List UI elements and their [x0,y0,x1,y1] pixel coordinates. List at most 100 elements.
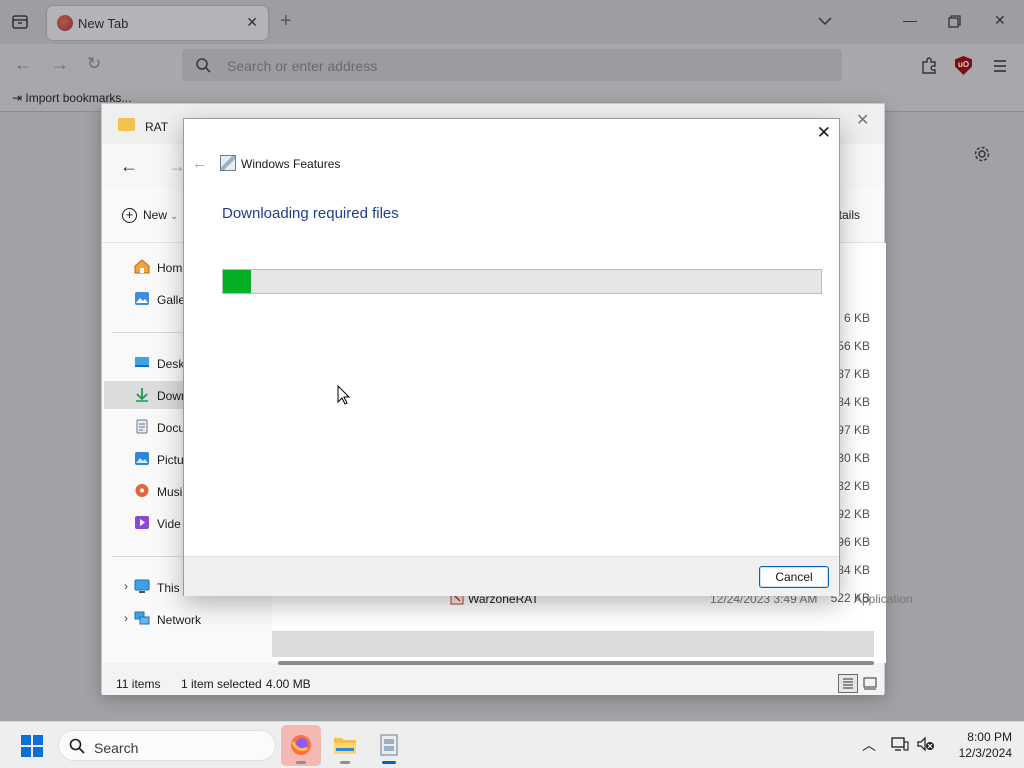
list-all-tabs-chevron-icon[interactable] [816,12,834,30]
taskbar-windows-features[interactable] [369,725,409,766]
pictures-icon [135,452,149,465]
windows-features-dialog: ✕ ← Windows Features Downloading require… [183,118,840,596]
selected-row-highlight[interactable] [272,631,874,657]
tab-title: New Tab [78,16,129,31]
explorer-close-icon[interactable]: ✕ [856,110,869,130]
tab-new-tab[interactable]: New Tab ✕ [47,6,268,40]
folder-icon [118,118,135,131]
address-bar[interactable]: Search or enter address [182,49,842,81]
selection-size: 4.00 MB [266,677,311,691]
dialog-title: Windows Features [241,157,341,171]
taskbar-search-box[interactable]: Search [58,730,276,761]
sidebar-label: Vide [157,517,181,531]
computer-icon [134,579,150,593]
navigation-toolbar: ← → ↻ Search or enter address [0,44,1024,86]
reload-icon[interactable]: ↻ [87,54,101,74]
clock-time: 8:00 PM [967,730,1012,744]
download-progress-bar [222,269,822,294]
expand-chevron-icon[interactable]: › [124,611,128,625]
close-window-icon[interactable]: ✕ [994,12,1006,29]
file-size: 84 KB [837,395,870,409]
file-size: 84 KB [837,563,870,577]
music-icon [135,484,149,497]
windows-logo-icon [33,735,43,745]
horizontal-scrollbar[interactable] [278,661,874,665]
download-arrow-icon [136,388,148,402]
explorer-tab-title[interactable]: RAT [145,120,168,134]
firefox-icon [291,735,311,755]
taskbar-file-explorer[interactable] [325,725,365,766]
windows-logo-icon [21,735,31,745]
windows-logo-icon [21,747,31,757]
search-icon [196,58,211,73]
details-button[interactable]: tails [839,208,860,222]
file-size: 32 KB [837,479,870,493]
videos-icon [135,516,149,529]
menu-hamburger-icon[interactable] [991,57,1009,75]
forward-arrow-icon[interactable]: → [51,54,69,75]
selection-count: 1 item selected [181,677,262,691]
progress-fill [223,270,252,293]
firefox-tab-icon [57,15,73,31]
dialog-footer: Cancel [184,556,839,596]
gallery-icon [135,292,149,305]
gear-icon[interactable] [973,145,991,163]
mouse-pointer-icon [337,385,351,405]
clock-date: 12/3/2024 [958,746,1012,760]
sidebar-label: Musi [157,485,183,499]
start-button[interactable] [21,735,44,758]
extensions-puzzle-icon[interactable] [920,56,938,74]
file-size: 30 KB [837,451,870,465]
network-icon [134,611,150,625]
sidebar-label: This I [157,581,187,595]
running-indicator [296,761,306,764]
taskbar: Search ︿ 8:00 PM 12/3/2024 [0,721,1024,768]
new-tab-plus-icon[interactable]: + [280,10,292,32]
new-button-label: New [143,208,168,222]
plus-circle-icon: + [122,208,137,223]
desktop-icon [135,357,149,367]
restore-icon[interactable] [948,15,961,28]
new-button[interactable]: + New ⌄ [122,208,178,223]
active-indicator [382,761,396,764]
file-explorer-icon [334,738,356,754]
running-indicator [340,761,350,764]
windows-features-app-icon [380,734,398,756]
file-size: 96 KB [837,535,870,549]
dialog-back-arrow-icon: ← [192,155,207,172]
chevron-down-icon: ⌄ [170,211,178,221]
sidebar-label: Hom [157,261,183,275]
sidebar-label: Pictu [157,453,184,467]
volume-muted-icon[interactable] [917,736,935,752]
search-label: Search [94,740,139,756]
details-view-button[interactable] [838,674,858,693]
expand-chevron-icon[interactable]: › [124,579,128,593]
file-size: 87 KB [837,367,870,381]
show-hidden-icons-chevron-icon[interactable]: ︿ [862,735,876,755]
network-status-icon[interactable] [891,736,909,752]
tiles-view-button[interactable] [860,674,880,693]
documents-icon [136,419,148,434]
explorer-back-arrow-icon[interactable]: ← [120,156,138,177]
file-size: 56 KB [837,339,870,353]
close-tab-icon[interactable]: ✕ [246,14,258,31]
taskbar-firefox[interactable] [281,725,321,766]
file-size: 6 KB [843,311,870,325]
tiles-view-icon [863,677,877,690]
dialog-heading: Downloading required files [222,205,399,222]
search-icon [69,738,85,754]
minimize-icon[interactable]: — [903,12,917,28]
status-bar: 11 items 1 item selected 4.00 MB [102,671,884,695]
tab-bar: New Tab ✕ + — ✕ [0,0,1024,44]
import-icon: ⇥ [12,91,23,105]
cancel-button[interactable]: Cancel [759,566,829,588]
system-clock[interactable]: 8:00 PM 12/3/2024 [940,729,1012,761]
sidebar-item-network[interactable]: › Network [112,605,272,633]
file-size: 92 KB [837,507,870,521]
firefox-view-icon[interactable] [11,13,29,31]
item-count: 11 items [116,677,161,691]
dialog-close-icon[interactable]: ✕ [817,123,831,143]
windows-logo-icon [33,747,43,757]
sidebar-label: Docu [157,421,186,435]
back-arrow-icon[interactable]: ← [14,54,32,75]
